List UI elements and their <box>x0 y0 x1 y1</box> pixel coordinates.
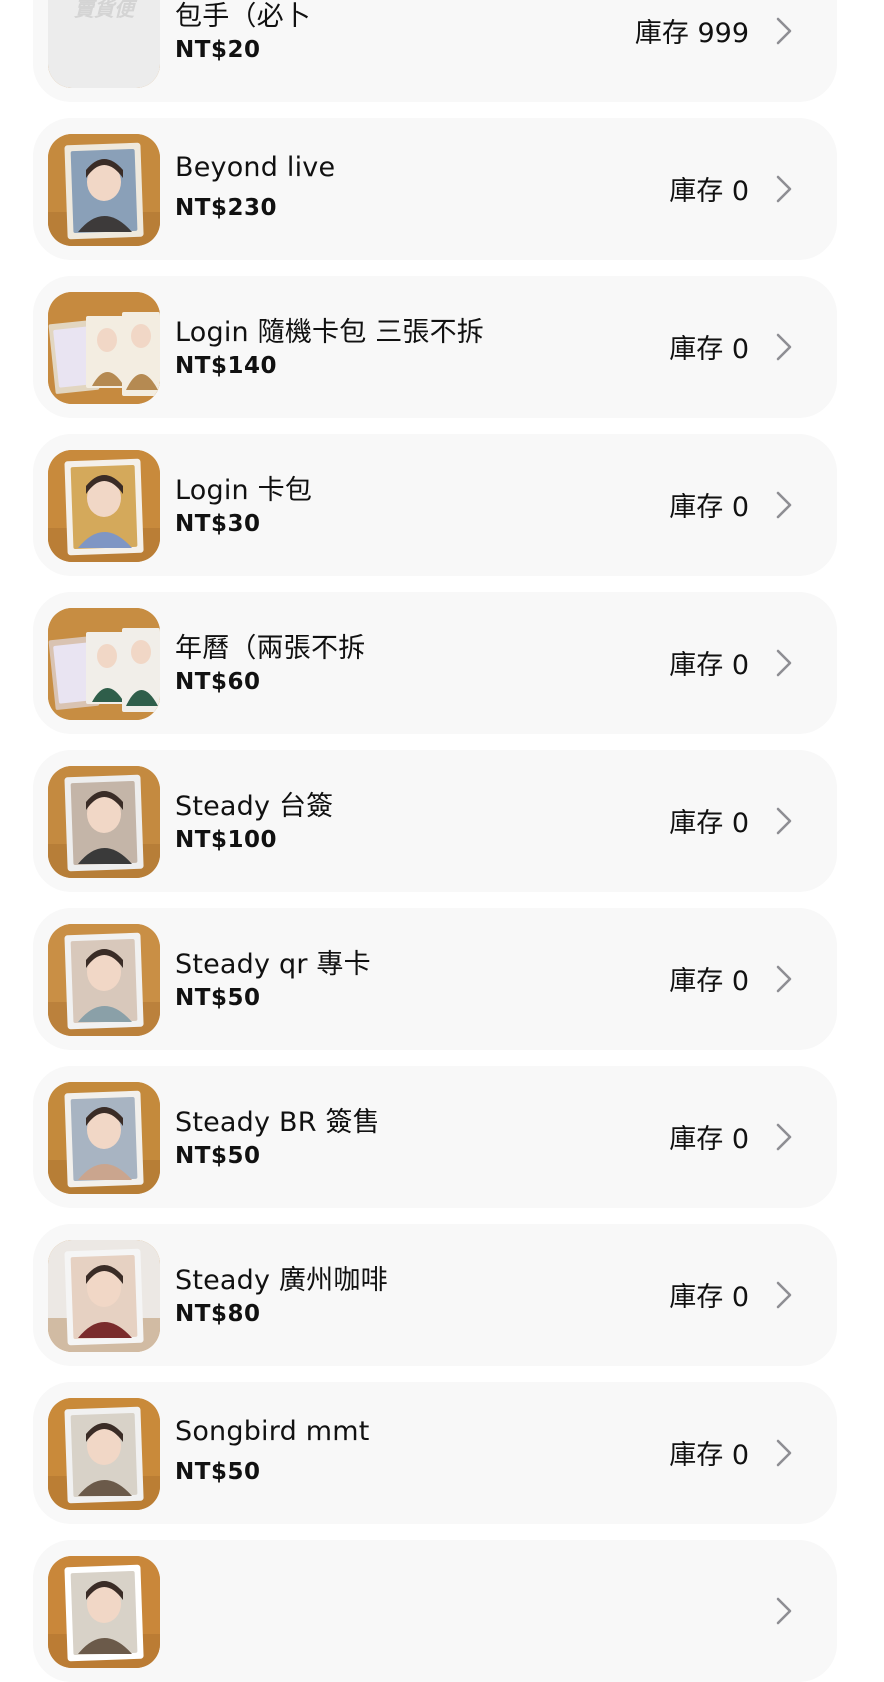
chevron-right-icon[interactable] <box>775 490 793 520</box>
product-card[interactable]: 賣貨便 包手（必卜 NT$20 庫存 999 <box>33 0 837 102</box>
chevron-right-icon[interactable] <box>775 1280 793 1310</box>
chevron-right-icon[interactable] <box>775 648 793 678</box>
product-card[interactable]: Login 卡包 NT$30 庫存 0 <box>33 434 837 576</box>
product-thumbnail <box>48 292 160 404</box>
product-thumbnail <box>48 1556 160 1668</box>
stock-count: 庫存 0 <box>669 1440 749 1471</box>
product-name: Steady 廣州咖啡 <box>175 1265 388 1296</box>
product-name: 包手（必卜 <box>175 1 311 32</box>
product-thumbnail <box>48 450 160 562</box>
product-name: 年曆（兩張不拆 <box>175 633 366 664</box>
product-thumbnail <box>48 608 160 720</box>
product-thumbnail: 賣貨便 <box>48 0 160 88</box>
chevron-right-icon[interactable] <box>775 1122 793 1152</box>
product-card[interactable] <box>33 1540 837 1682</box>
stock-count: 庫存 0 <box>669 650 749 681</box>
chevron-right-icon[interactable] <box>775 1596 793 1626</box>
chevron-right-icon[interactable] <box>775 174 793 204</box>
product-name: Songbird mmt <box>175 1416 370 1447</box>
product-price: NT$50 <box>175 1143 261 1169</box>
product-price: NT$50 <box>175 1459 261 1485</box>
chevron-right-icon[interactable] <box>775 806 793 836</box>
product-name: Steady qr 專卡 <box>175 949 371 980</box>
product-price: NT$230 <box>175 195 277 221</box>
product-card[interactable]: 年曆（兩張不拆 NT$60 庫存 0 <box>33 592 837 734</box>
product-name: Login 隨機卡包 三張不拆 <box>175 317 485 348</box>
product-name: Login 卡包 <box>175 475 313 506</box>
product-thumbnail <box>48 1082 160 1194</box>
stock-count: 庫存 0 <box>669 966 749 997</box>
product-price: NT$80 <box>175 1301 261 1327</box>
product-card[interactable]: Steady 台簽 NT$100 庫存 0 <box>33 750 837 892</box>
product-card[interactable]: Steady qr 專卡 NT$50 庫存 0 <box>33 908 837 1050</box>
product-name: Steady 台簽 <box>175 791 334 822</box>
product-name: Beyond live <box>175 152 336 183</box>
chevron-right-icon[interactable] <box>775 332 793 362</box>
product-thumbnail <box>48 134 160 246</box>
chevron-right-icon[interactable] <box>775 16 793 46</box>
product-thumbnail <box>48 1398 160 1510</box>
chevron-right-icon[interactable] <box>775 1438 793 1468</box>
stock-count: 庫存 0 <box>669 334 749 365</box>
product-card[interactable]: Steady 廣州咖啡 NT$80 庫存 0 <box>33 1224 837 1366</box>
placeholder-logo-text: 賣貨便 <box>74 0 138 21</box>
product-card[interactable]: Login 隨機卡包 三張不拆 NT$140 庫存 0 <box>33 276 837 418</box>
chevron-right-icon[interactable] <box>775 964 793 994</box>
product-thumbnail <box>48 766 160 878</box>
product-price: NT$140 <box>175 353 277 379</box>
stock-count: 庫存 0 <box>669 1124 749 1155</box>
product-thumbnail <box>48 924 160 1036</box>
product-price: NT$60 <box>175 669 261 695</box>
product-name: Steady BR 簽售 <box>175 1107 380 1138</box>
product-price: NT$30 <box>175 511 261 537</box>
product-price: NT$50 <box>175 985 261 1011</box>
stock-count: 庫存 0 <box>669 492 749 523</box>
product-price: NT$100 <box>175 827 277 853</box>
stock-count: 庫存 0 <box>669 1282 749 1313</box>
product-price: NT$20 <box>175 37 261 63</box>
stock-count: 庫存 999 <box>634 18 749 49</box>
product-card[interactable]: Beyond live NT$230 庫存 0 <box>33 118 837 260</box>
product-card[interactable]: Steady BR 簽售 NT$50 庫存 0 <box>33 1066 837 1208</box>
stock-count: 庫存 0 <box>669 808 749 839</box>
stock-count: 庫存 0 <box>669 176 749 207</box>
product-card[interactable]: Songbird mmt NT$50 庫存 0 <box>33 1382 837 1524</box>
product-thumbnail <box>48 1240 160 1352</box>
